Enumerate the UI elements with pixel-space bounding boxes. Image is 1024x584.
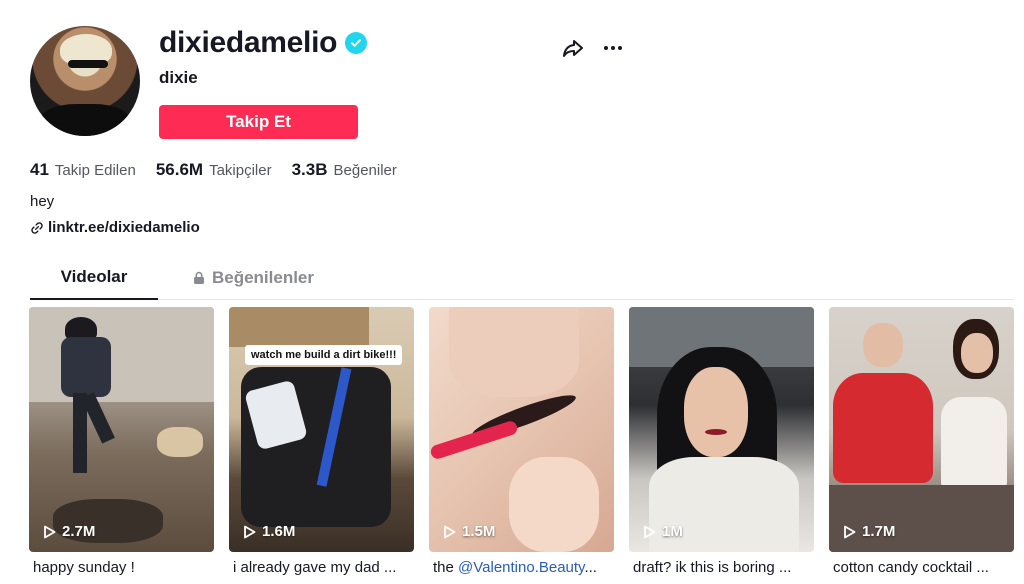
video-card[interactable]: 2.7M happy sunday ! (29, 307, 214, 576)
video-thumbnail: 2.7M (29, 307, 214, 552)
lock-icon (193, 271, 204, 284)
video-caption: i already gave my dad ... (233, 559, 397, 576)
view-count-text: 1.6M (262, 523, 296, 540)
follow-button[interactable]: Takip Et (159, 105, 358, 139)
view-count-text: 1.7M (862, 523, 896, 540)
video-thumbnail: 1.7M (829, 307, 1014, 552)
play-icon (644, 525, 656, 538)
dot (604, 46, 608, 50)
stat-likes-label: Beğeniler (333, 162, 397, 179)
stat-following-label: Takip Edilen (54, 162, 136, 179)
view-count: 1.6M (243, 523, 295, 540)
profile-tabs: Videolar Beğenilenler (30, 256, 1014, 300)
face-right (961, 333, 993, 373)
video-thumbnail: 1M (629, 307, 814, 552)
wall (29, 307, 214, 402)
view-count: 1.7M (843, 523, 895, 540)
white-dress (941, 397, 1007, 487)
profile-link[interactable]: linktr.ee/dixiedamelio (30, 219, 200, 236)
dot (618, 46, 622, 50)
username-row: dixiedamelio (159, 26, 368, 60)
marble-counter (829, 485, 1014, 552)
play-icon (444, 525, 456, 538)
caption-text: the (433, 559, 459, 576)
view-count-text: 2.7M (62, 523, 96, 540)
video-grid: 2.7M happy sunday ! watch me build a dir… (29, 307, 1015, 577)
video-thumbnail: watch me build a dirt bike!!! 1.6M (229, 307, 414, 552)
stat-following[interactable]: 41 Takip Edilen (30, 160, 136, 180)
profile-nickname: dixie (159, 68, 198, 87)
view-count: 1.5M (443, 523, 495, 540)
view-count: 2.7M (43, 523, 95, 540)
more-options-icon[interactable] (600, 35, 626, 61)
video-card[interactable]: watch me build a dirt bike!!! 1.6M i alr… (229, 307, 414, 576)
play-icon (44, 525, 56, 538)
stat-likes-count: 3.3B (291, 160, 328, 179)
play-icon (244, 525, 256, 538)
finger (449, 307, 579, 397)
profile-link-text: linktr.ee/dixiedamelio (48, 219, 200, 236)
avatar-sunglasses (68, 60, 108, 68)
tab-liked-label: Beğenilenler (211, 268, 315, 287)
video-caption: the @Valentino.Beauty... (429, 559, 609, 576)
stat-following-count: 41 (30, 160, 49, 179)
view-count-text: 1.5M (462, 523, 496, 540)
avatar-shirt (40, 104, 130, 136)
video-overlay-text: watch me build a dirt bike!!! (245, 345, 403, 365)
share-icon[interactable] (560, 35, 586, 61)
caption-ellipsis: ... (584, 559, 597, 576)
play-icon (844, 525, 856, 538)
stat-likes: 3.3B Beğeniler (292, 160, 397, 180)
video-caption: draft? ik this is boring ... (633, 559, 792, 576)
view-count-text: 1M (662, 523, 683, 540)
red-sweater (833, 373, 933, 483)
view-count: 1M (643, 523, 683, 540)
profile-bio: hey (30, 193, 55, 210)
stat-followers-label: Takipçiler (209, 162, 272, 179)
video-thumbnail: 1.5M (429, 307, 614, 552)
dot (611, 46, 615, 50)
video-card[interactable]: 1.7M cotton candy cocktail ... (829, 307, 1014, 576)
profile-avatar[interactable] (30, 26, 140, 136)
video-card[interactable]: 1M draft? ik this is boring ... (629, 307, 814, 576)
video-card[interactable]: 1.5M the @Valentino.Beauty... (429, 307, 614, 576)
tab-videos[interactable]: Videolar (30, 256, 158, 300)
dog (157, 427, 203, 457)
face (684, 367, 748, 457)
profile-username: dixiedamelio (159, 26, 338, 59)
link-icon (31, 221, 43, 234)
person-jacket (61, 337, 111, 397)
stat-followers-count: 56.6M (155, 160, 204, 179)
tab-liked[interactable]: Beğenilenler (188, 256, 318, 300)
lips (705, 429, 727, 435)
tab-videos-label: Videolar (60, 267, 128, 286)
stat-followers[interactable]: 56.6M Takipçiler (156, 160, 272, 180)
hand (509, 457, 599, 552)
face-left (863, 323, 903, 367)
video-caption: happy sunday ! (33, 559, 135, 576)
profile-stats: 41 Takip Edilen 56.6M Takipçiler 3.3B Be… (30, 160, 397, 180)
cabinet (229, 307, 369, 347)
verified-badge-icon (345, 32, 368, 54)
eyeliner-pen (429, 419, 519, 461)
video-caption: cotton candy cocktail ... (833, 559, 989, 576)
caption-mention[interactable]: @Valentino.Beauty (458, 559, 584, 576)
